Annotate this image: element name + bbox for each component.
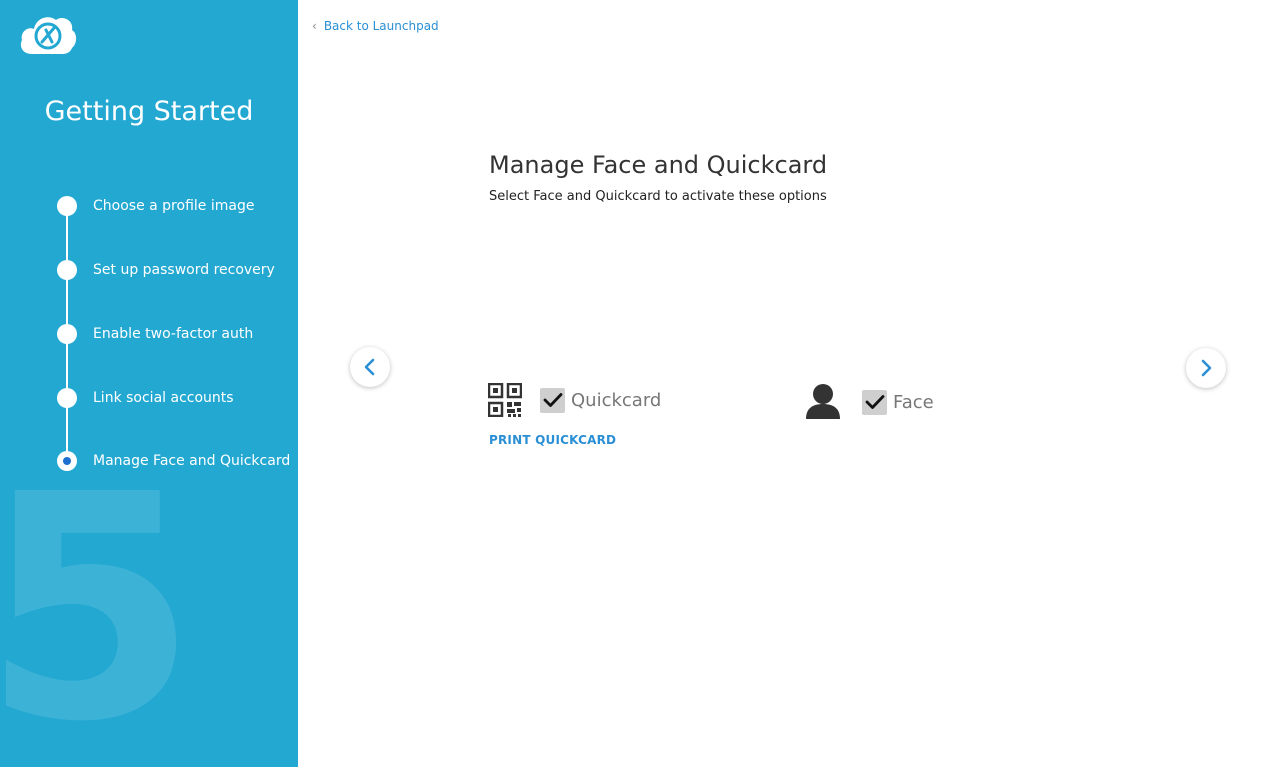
step-dot [57, 196, 77, 216]
step-choose-profile-image[interactable]: Choose a profile image [57, 196, 254, 216]
step-link-social-accounts[interactable]: Link social accounts [57, 388, 234, 408]
sidebar-title: Getting Started [44, 96, 254, 127]
step-manage-face-quickcard[interactable]: Manage Face and Quickcard [57, 451, 290, 471]
step-dot [57, 260, 77, 280]
step-dot-active [57, 451, 77, 471]
page-subtitle: Select Face and Quickcard to activate th… [489, 189, 827, 204]
checkmark-icon [543, 393, 562, 407]
step-dot [57, 324, 77, 344]
step-two-factor-auth[interactable]: Enable two-factor auth [57, 324, 253, 344]
previous-step-button[interactable] [350, 347, 390, 387]
next-step-button[interactable] [1186, 348, 1226, 388]
qr-code-icon [488, 383, 522, 417]
quickcard-checkbox[interactable] [540, 387, 565, 413]
current-step-watermark: 5 [0, 429, 198, 767]
chevron-left-icon [364, 358, 375, 376]
face-label: Face [893, 391, 934, 413]
quickcard-option: Quickcard [488, 383, 661, 417]
print-quickcard-link[interactable]: PRINT QUICKCARD [489, 433, 616, 447]
step-label: Link social accounts [93, 390, 234, 406]
step-password-recovery[interactable]: Set up password recovery [57, 260, 275, 280]
step-label: Manage Face and Quickcard [93, 453, 291, 469]
face-checkbox[interactable] [862, 389, 887, 415]
page-title: Manage Face and Quickcard [489, 151, 828, 179]
quickcard-label: Quickcard [571, 389, 662, 411]
face-option: Face [804, 383, 934, 421]
chevron-left-icon: ‹ [312, 19, 317, 33]
step-label: Set up password recovery [93, 262, 275, 278]
back-link-label: Back to Launchpad [323, 19, 439, 33]
back-to-launchpad-link[interactable]: ‹ Back to Launchpad [312, 19, 439, 33]
step-label: Choose a profile image [93, 198, 255, 214]
user-silhouette-icon [806, 384, 840, 419]
step-label: Enable two-factor auth [93, 326, 254, 342]
checkmark-icon [865, 395, 884, 409]
sidebar: Getting Started 5 Choose a profile image… [0, 0, 298, 767]
chevron-right-icon [1201, 359, 1212, 377]
cloud-logo-icon[interactable] [18, 12, 78, 56]
step-dot [57, 388, 77, 408]
